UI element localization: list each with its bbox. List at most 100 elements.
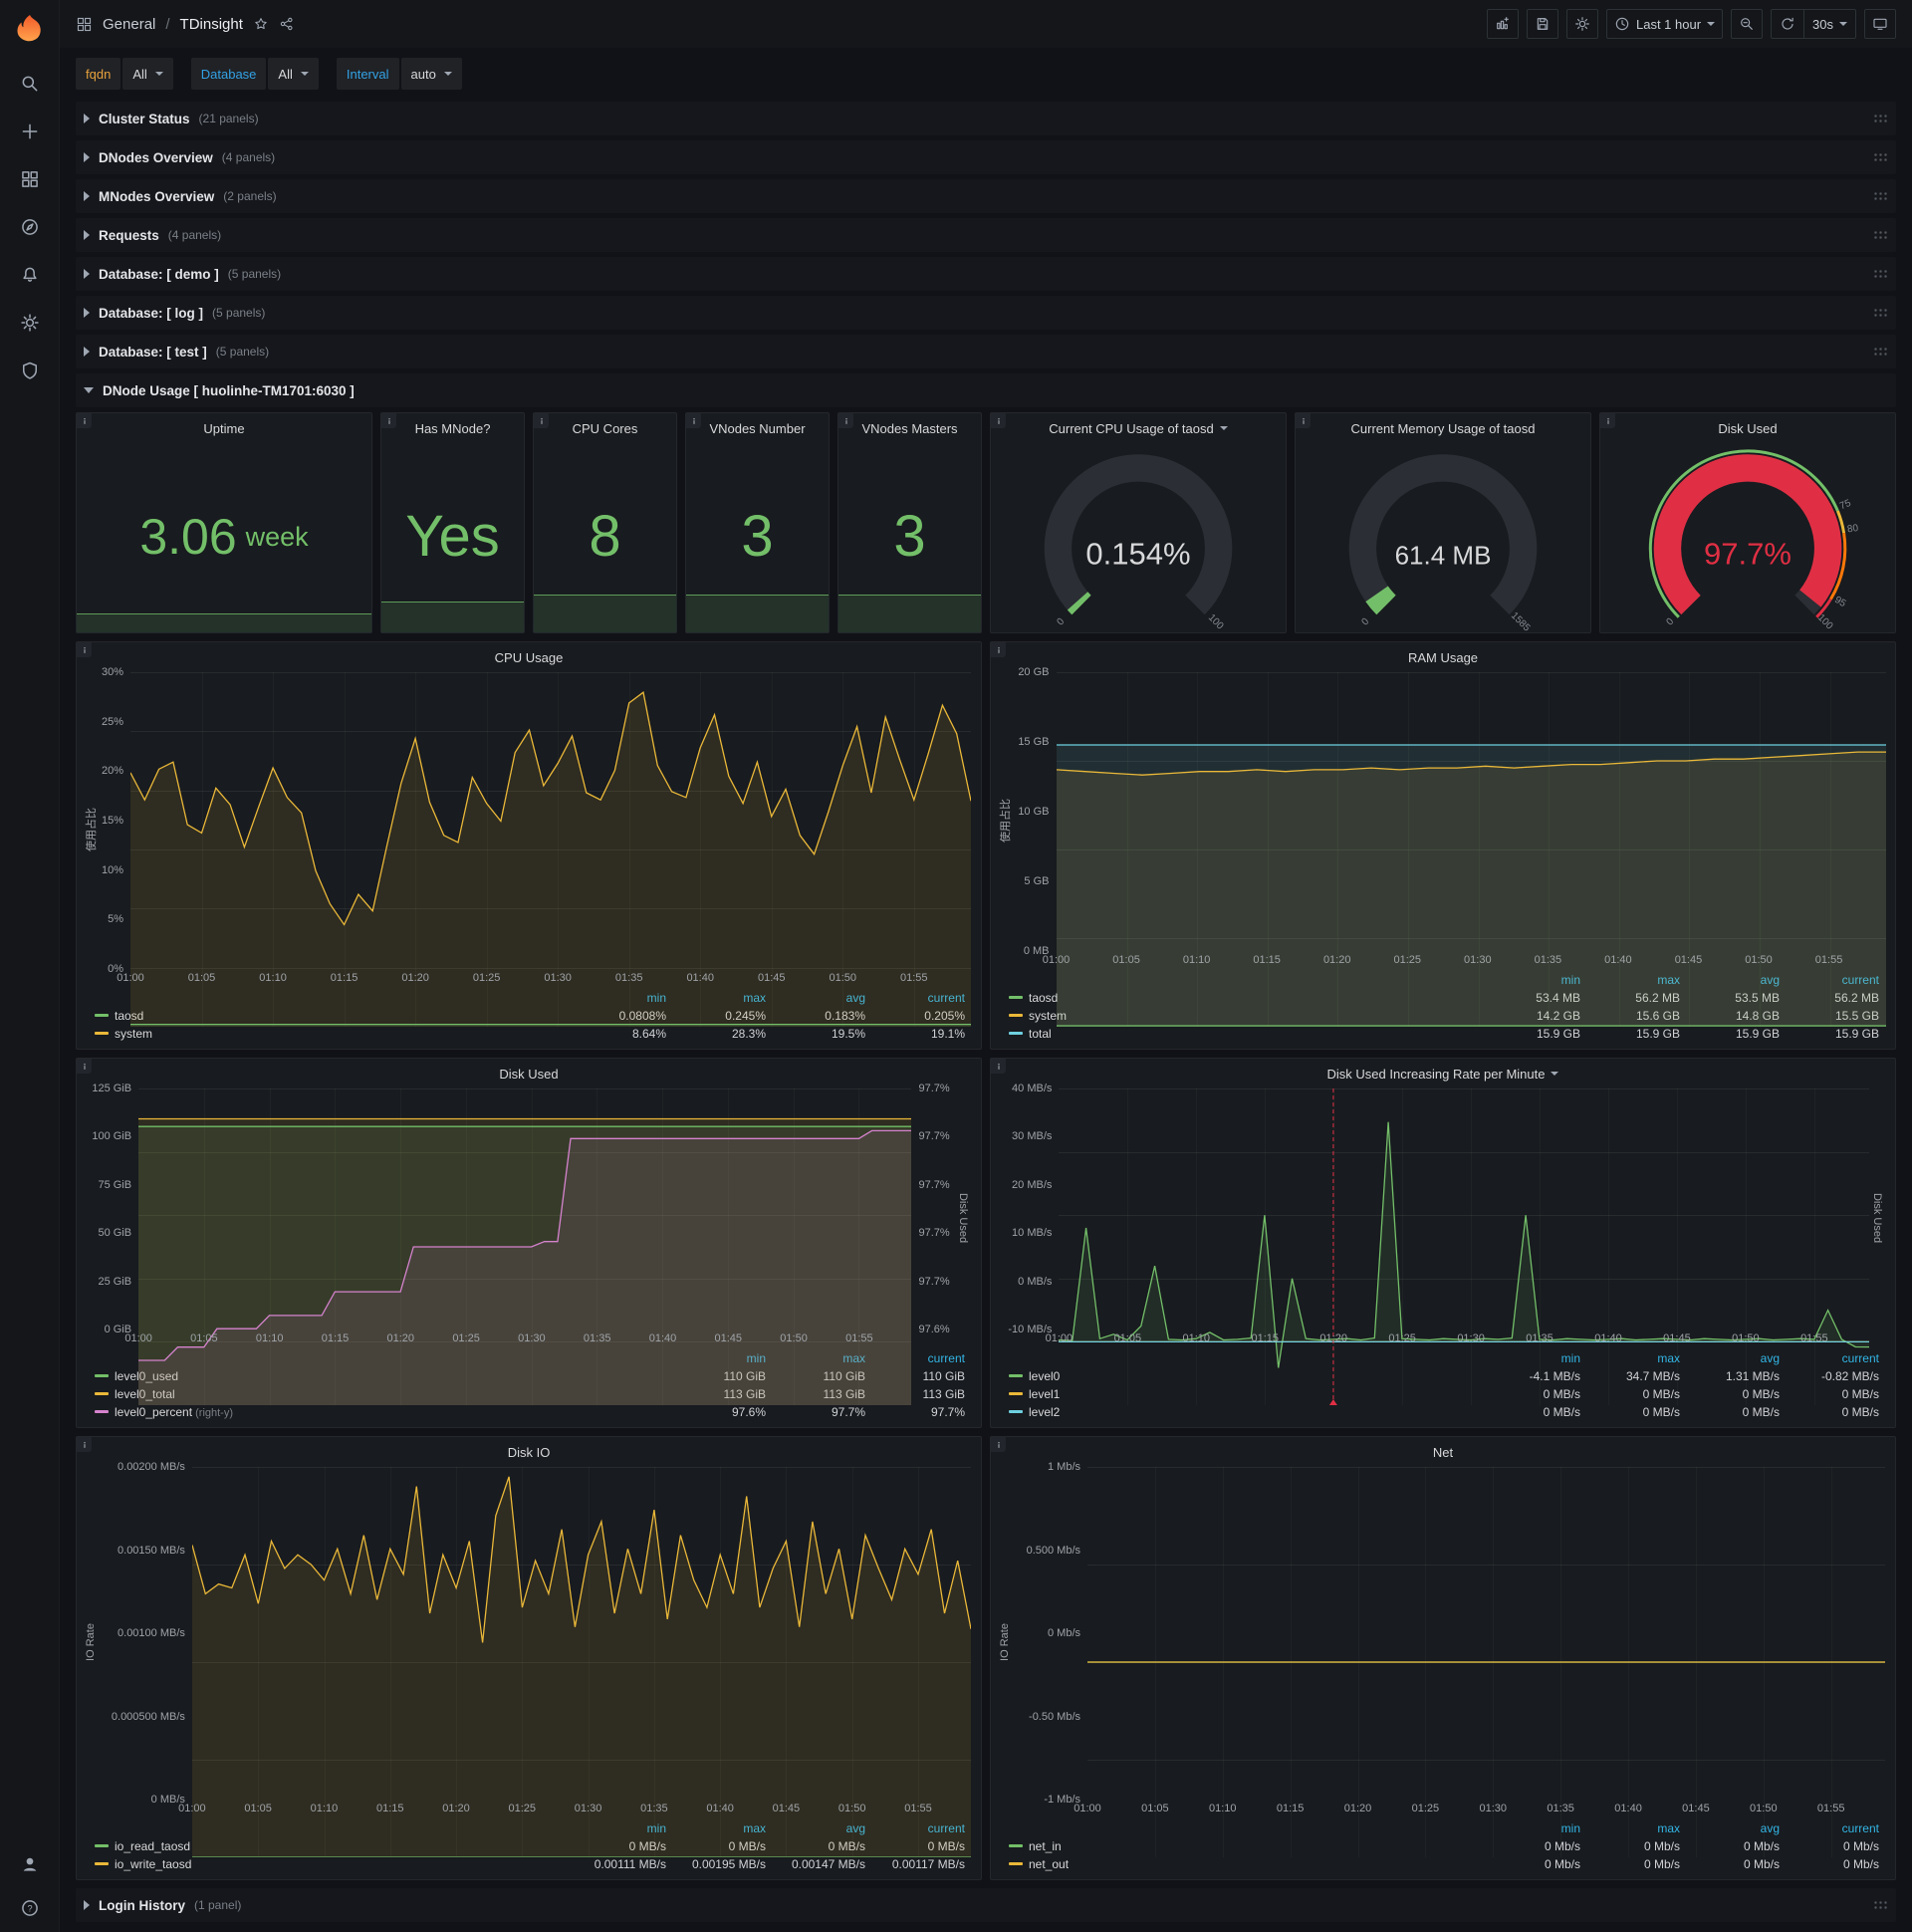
row-drag-handle[interactable] — [1873, 346, 1888, 358]
grafana-logo[interactable] — [12, 12, 48, 48]
search-icon[interactable] — [20, 74, 40, 94]
create-plus-icon[interactable] — [20, 121, 40, 141]
row-drag-handle[interactable] — [1873, 1899, 1888, 1911]
plot-area[interactable] — [130, 672, 971, 1027]
legend-series-level2[interactable]: level2 — [1007, 1403, 1483, 1421]
configuration-gear-icon[interactable] — [20, 313, 40, 333]
panel-title[interactable]: Disk Used — [77, 1061, 981, 1087]
series-color-icon — [1009, 1031, 1023, 1035]
explore-compass-icon[interactable] — [20, 217, 40, 237]
star-icon[interactable] — [253, 16, 269, 32]
panel-title[interactable]: RAM Usage — [991, 644, 1895, 670]
right-y-tick-label: 97.7% — [918, 1130, 950, 1143]
add-panel-button[interactable] — [1486, 9, 1519, 39]
legend-series-net_out[interactable]: net_out — [1007, 1855, 1483, 1873]
panel-title-text: Current Memory Usage of taosd — [1350, 420, 1536, 436]
dashboards-grid-icon[interactable] — [20, 169, 40, 189]
row-drag-handle[interactable] — [1873, 268, 1888, 280]
x-tick-label: 01:20 — [401, 972, 429, 984]
row-requests[interactable]: Requests (4 panels) — [76, 218, 1896, 252]
legend-series-level0_percent[interactable]: level0_percent (right-y) — [93, 1403, 668, 1421]
chevron-right-icon — [84, 347, 90, 357]
legend-value: 8.64% — [631, 1027, 666, 1041]
breadcrumb-folder[interactable]: General — [103, 16, 155, 33]
variable-value-fqdn[interactable]: All — [122, 58, 173, 90]
row-database-test[interactable]: Database: [ test ] (5 panels) — [76, 335, 1896, 368]
zoom-out-button[interactable] — [1731, 9, 1764, 39]
time-picker-button[interactable]: Last 1 hour — [1605, 9, 1724, 39]
variable-value-interval[interactable]: auto — [400, 58, 462, 90]
time-series-chart: IO Rate -1 Mb/s -0.50 Mb/s 0 Mb/s 0.500 Mb/s… — [991, 1461, 1895, 1879]
plot-area[interactable] — [191, 1467, 971, 1857]
panel-title[interactable]: Disk Used — [1600, 415, 1895, 441]
legend-series-system[interactable]: system — [93, 1025, 569, 1043]
row-cluster-status[interactable]: Cluster Status (21 panels) — [76, 102, 1896, 135]
help-icon[interactable]: ? — [20, 1898, 40, 1918]
share-icon[interactable] — [279, 16, 295, 32]
refresh-interval-dropdown[interactable]: 30s — [1803, 10, 1855, 38]
time-series-chart: 使用占比 0 MB 5 GB 10 GB 15 GB 20 GB 01:00 01:05 01:… — [991, 666, 1895, 1049]
dashboard-settings-button[interactable] — [1565, 9, 1598, 39]
row-database-demo[interactable]: Database: [ demo ] (5 panels) — [76, 257, 1896, 291]
row-login-history[interactable]: Login History (1 panel) — [76, 1888, 1896, 1922]
x-tick-label: 01:35 — [614, 972, 643, 984]
panel-title[interactable]: Disk Used Increasing Rate per Minute — [991, 1061, 1895, 1087]
panel-info-icon[interactable] — [534, 413, 549, 428]
panel-title[interactable]: VNodes Number — [686, 415, 829, 441]
save-dashboard-button[interactable] — [1526, 9, 1558, 39]
row-dnodes-overview[interactable]: DNodes Overview (4 panels) — [76, 140, 1896, 174]
panel-info-icon[interactable] — [1600, 413, 1615, 428]
panel-info-icon[interactable] — [77, 413, 92, 428]
row-database-log[interactable]: Database: [ log ] (5 panels) — [76, 296, 1896, 330]
panel-info-icon[interactable] — [991, 1437, 1006, 1452]
chart-area: 使用占比 0 MB 5 GB 10 GB 15 GB 20 GB 01:00 01:05 01:… — [997, 666, 1886, 1027]
series-color-icon — [95, 1013, 109, 1017]
panel-info-icon[interactable] — [77, 1437, 92, 1452]
legend-value: 97.7% — [831, 1405, 865, 1419]
legend-series-io_write_taosd[interactable]: io_write_taosd — [93, 1855, 569, 1873]
panel-title[interactable]: Uptime — [77, 415, 371, 441]
stat-sparkline — [534, 594, 676, 632]
panel-info-icon[interactable] — [1296, 413, 1311, 428]
x-tick-label: 01:30 — [1457, 1332, 1485, 1344]
variable-value-database[interactable]: All — [268, 58, 319, 90]
panel-current-memory-usage-gauge: Current Memory Usage of taosd 0 1585 61.4 … — [1295, 412, 1591, 633]
panel-title[interactable]: CPU Usage — [77, 644, 981, 670]
panel-title[interactable]: Disk IO — [77, 1439, 981, 1465]
panel-info-icon[interactable] — [991, 642, 1006, 657]
breadcrumb-dashboard-title[interactable]: TDinsight — [180, 16, 243, 33]
panel-info-icon[interactable] — [838, 413, 853, 428]
panel-info-icon[interactable] — [686, 413, 701, 428]
plot-area[interactable] — [1059, 1088, 1870, 1405]
panel-title[interactable]: CPU Cores — [534, 415, 676, 441]
panel-title[interactable]: VNodes Masters — [838, 415, 981, 441]
panel-title[interactable]: Current CPU Usage of taosd — [991, 415, 1286, 441]
panel-title[interactable]: Net — [991, 1439, 1895, 1465]
cycle-view-button[interactable] — [1864, 9, 1896, 39]
y-axis-ticks: 0 GiB 25 GiB 50 GiB 75 GiB 100 GiB 125 GiB — [83, 1083, 138, 1335]
panel-info-icon[interactable] — [77, 1059, 92, 1074]
row-drag-handle[interactable] — [1873, 190, 1888, 202]
user-avatar[interactable] — [20, 1854, 40, 1874]
svg-text:?: ? — [27, 1903, 32, 1913]
alerting-bell-icon[interactable] — [20, 265, 40, 285]
row-drag-handle[interactable] — [1873, 151, 1888, 163]
panel-title[interactable]: Has MNode? — [381, 415, 524, 441]
panel-title[interactable]: Current Memory Usage of taosd — [1296, 415, 1590, 441]
row-drag-handle[interactable] — [1873, 229, 1888, 241]
row-dnode-usage-expanded[interactable]: DNode Usage [ huolinhe-TM1701:6030 ] — [76, 373, 1896, 407]
row-drag-handle[interactable] — [1873, 113, 1888, 124]
panel-info-icon[interactable] — [77, 642, 92, 657]
panel-info-icon[interactable] — [991, 413, 1006, 428]
server-admin-shield-icon[interactable] — [20, 361, 40, 380]
legend-value: 97.7% — [930, 1405, 965, 1419]
panel-info-icon[interactable] — [381, 413, 396, 428]
legend-series-total[interactable]: total — [1007, 1025, 1483, 1043]
refresh-button[interactable] — [1772, 10, 1803, 38]
row-drag-handle[interactable] — [1873, 307, 1888, 319]
plot-area[interactable] — [138, 1088, 912, 1405]
row-mnodes-overview[interactable]: MNodes Overview (2 panels) — [76, 179, 1896, 213]
plot-area[interactable] — [1087, 1467, 1885, 1800]
plot-area[interactable] — [1056, 672, 1886, 1027]
panel-info-icon[interactable] — [991, 1059, 1006, 1074]
